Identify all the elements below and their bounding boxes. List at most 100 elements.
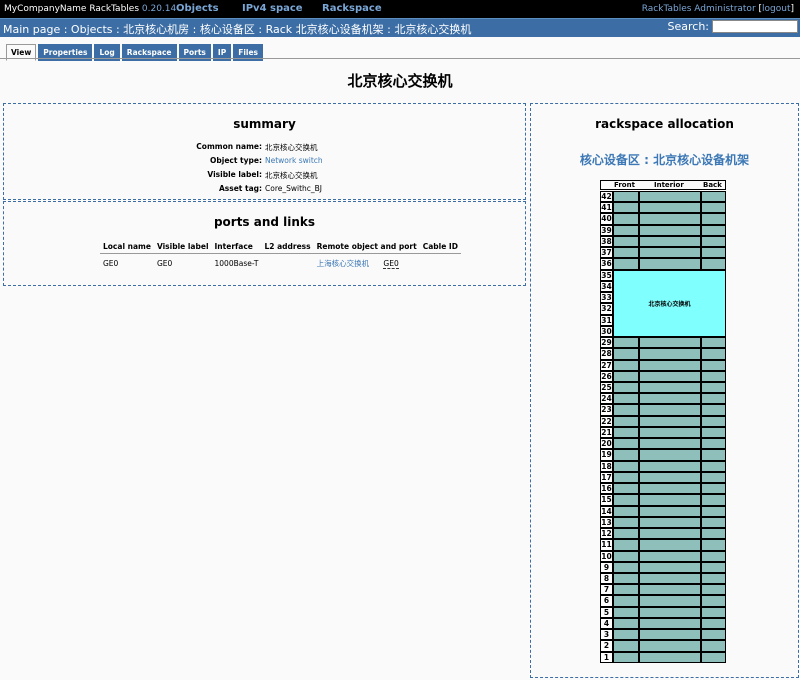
menu-objects[interactable]: Objects xyxy=(176,3,219,14)
rack-cell-back[interactable] xyxy=(701,449,726,461)
rack-cell-back[interactable] xyxy=(701,572,726,585)
rack-cell-front[interactable] xyxy=(613,528,639,540)
rack-cell-front[interactable] xyxy=(613,651,639,663)
rack-cell-back[interactable] xyxy=(701,258,726,270)
rack-cell-front[interactable] xyxy=(613,483,639,495)
rack-cell-front[interactable] xyxy=(613,415,639,427)
remote-port-link[interactable]: GE0 xyxy=(383,259,399,269)
rack-cell-front[interactable] xyxy=(613,224,639,236)
rack-cell-back[interactable] xyxy=(701,640,726,652)
rack-cell-front[interactable] xyxy=(613,561,639,573)
rack-cell-front[interactable] xyxy=(613,505,639,517)
rack-cell-back[interactable] xyxy=(701,651,726,663)
rack-cell-interior[interactable] xyxy=(639,213,701,225)
rack-cell-back[interactable] xyxy=(701,494,726,506)
rack-cell-front[interactable] xyxy=(613,438,639,450)
rack-cell-interior[interactable] xyxy=(639,528,701,540)
menu-ipv4-space[interactable]: IPv4 space xyxy=(242,3,303,14)
rack-cell-interior[interactable] xyxy=(639,370,701,382)
rack-cell-interior[interactable] xyxy=(639,550,701,562)
rack-cell-front[interactable] xyxy=(613,426,639,439)
rack-cell-interior[interactable] xyxy=(639,438,701,450)
rack-cell-interior[interactable] xyxy=(639,404,701,416)
rack-cell-back[interactable] xyxy=(701,483,726,495)
rack-cell-back[interactable] xyxy=(701,528,726,540)
rack-cell-interior[interactable] xyxy=(639,235,701,248)
rack-cell-front[interactable] xyxy=(613,449,639,461)
rack-cell-back[interactable] xyxy=(701,584,726,596)
rack-title-link[interactable]: 核心设备区 : 北京核心设备机架 xyxy=(580,153,749,167)
rack-cell-interior[interactable] xyxy=(639,191,701,203)
rack-cell-front[interactable] xyxy=(613,359,639,371)
rack-cell-front[interactable] xyxy=(613,572,639,585)
rack-cell-front[interactable] xyxy=(613,494,639,506)
rack-cell-interior[interactable] xyxy=(639,393,701,405)
rack-cell-interior[interactable] xyxy=(639,505,701,517)
rack-cell-front[interactable] xyxy=(613,258,639,270)
rack-cell-interior[interactable] xyxy=(639,460,701,472)
rack-cell-back[interactable] xyxy=(701,202,726,214)
rack-cell-back[interactable] xyxy=(701,213,726,225)
rack-cell-interior[interactable] xyxy=(639,651,701,663)
rack-cell-interior[interactable] xyxy=(639,381,701,394)
rack-cell-front[interactable] xyxy=(613,213,639,225)
rack-cell-front[interactable] xyxy=(613,202,639,214)
rack-cell-interior[interactable] xyxy=(639,561,701,573)
logout-link[interactable]: logout xyxy=(762,4,790,14)
rack-cell-interior[interactable] xyxy=(639,640,701,652)
rack-cell-interior[interactable] xyxy=(639,449,701,461)
rack-cell-back[interactable] xyxy=(701,224,726,236)
rack-cell-back[interactable] xyxy=(701,337,726,349)
rack-cell-back[interactable] xyxy=(701,606,726,618)
rack-cell-interior[interactable] xyxy=(639,337,701,349)
rack-object-switch[interactable]: 北京核心交换机 xyxy=(613,269,726,338)
rack-cell-interior[interactable] xyxy=(639,629,701,641)
rack-cell-back[interactable] xyxy=(701,550,726,562)
rack-cell-back[interactable] xyxy=(701,235,726,248)
rack-cell-interior[interactable] xyxy=(639,348,701,360)
rack-cell-interior[interactable] xyxy=(639,494,701,506)
rack-cell-front[interactable] xyxy=(613,191,639,203)
rack-cell-front[interactable] xyxy=(613,471,639,484)
rack-cell-interior[interactable] xyxy=(639,595,701,607)
rack-cell-interior[interactable] xyxy=(639,471,701,484)
rack-cell-back[interactable] xyxy=(701,460,726,472)
rack-cell-back[interactable] xyxy=(701,438,726,450)
rack-cell-back[interactable] xyxy=(701,393,726,405)
rack-cell-front[interactable] xyxy=(613,584,639,596)
rack-cell-back[interactable] xyxy=(701,595,726,607)
rack-cell-interior[interactable] xyxy=(639,359,701,371)
rack-cell-front[interactable] xyxy=(613,348,639,360)
rack-cell-back[interactable] xyxy=(701,404,726,416)
rack-cell-front[interactable] xyxy=(613,606,639,618)
rack-cell-front[interactable] xyxy=(613,393,639,405)
rack-cell-back[interactable] xyxy=(701,359,726,371)
rack-cell-interior[interactable] xyxy=(639,202,701,214)
rack-cell-interior[interactable] xyxy=(639,415,701,427)
breadcrumb[interactable]: Main page : Objects : 北京核心机房 : 核心设备区 : R… xyxy=(3,21,471,37)
rack-cell-front[interactable] xyxy=(613,381,639,394)
rack-cell-interior[interactable] xyxy=(639,584,701,596)
rack-cell-front[interactable] xyxy=(613,629,639,641)
rack-cell-front[interactable] xyxy=(613,247,639,259)
rack-cell-interior[interactable] xyxy=(639,572,701,585)
rack-cell-back[interactable] xyxy=(701,617,726,630)
rack-cell-front[interactable] xyxy=(613,337,639,349)
menu-rackspace[interactable]: Rackspace xyxy=(322,3,382,14)
rack-cell-back[interactable] xyxy=(701,505,726,517)
rack-cell-front[interactable] xyxy=(613,516,639,529)
rack-cell-back[interactable] xyxy=(701,426,726,439)
rack-cell-interior[interactable] xyxy=(639,247,701,259)
rack-cell-interior[interactable] xyxy=(639,426,701,439)
rack-cell-front[interactable] xyxy=(613,370,639,382)
rack-cell-back[interactable] xyxy=(701,539,726,551)
rack-cell-front[interactable] xyxy=(613,550,639,562)
user-name-link[interactable]: RackTables Administrator xyxy=(642,4,756,14)
rack-cell-back[interactable] xyxy=(701,415,726,427)
rack-cell-back[interactable] xyxy=(701,247,726,259)
rack-cell-interior[interactable] xyxy=(639,224,701,236)
rack-cell-front[interactable] xyxy=(613,539,639,551)
rack-cell-back[interactable] xyxy=(701,348,726,360)
rack-cell-interior[interactable] xyxy=(639,258,701,270)
rack-cell-interior[interactable] xyxy=(639,483,701,495)
